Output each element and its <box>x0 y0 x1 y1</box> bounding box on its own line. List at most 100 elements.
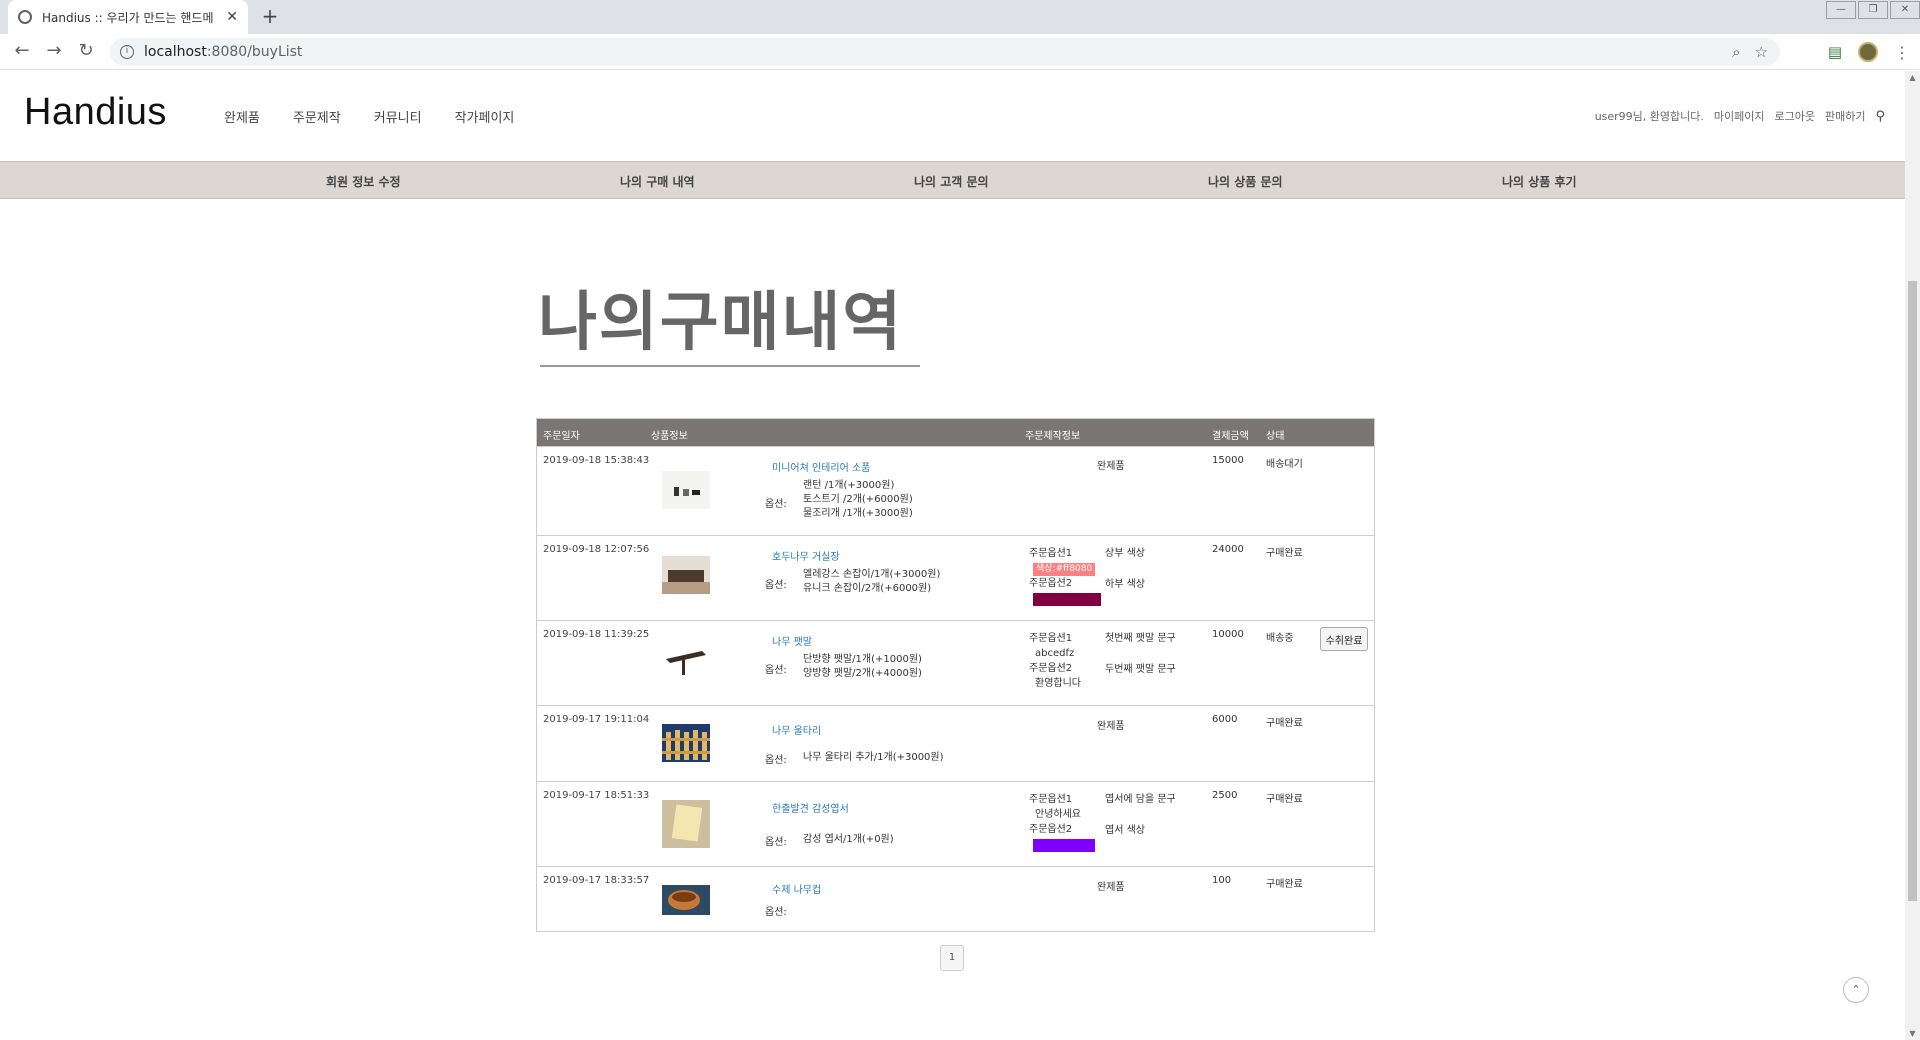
finished-goods-label: 완제품 <box>1097 721 1125 732</box>
custom-question: 엽서에 담을 문구 <box>1105 794 1176 805</box>
col-header-amount: 결제금액 <box>1212 431 1249 442</box>
scroll-down-arrow-icon[interactable]: ▼ <box>1905 1029 1920 1038</box>
custom-option-value: abcedfz <box>1035 648 1075 659</box>
subnav-item-product-inquiry[interactable]: 나의 상품 문의 <box>1208 173 1283 190</box>
restore-button[interactable]: ❐ <box>1858 1 1888 19</box>
info-icon[interactable]: i <box>120 45 134 59</box>
minimize-button[interactable]: — <box>1826 1 1856 19</box>
close-window-button[interactable]: ✕ <box>1890 1 1920 19</box>
product-name-link[interactable]: 나무 울타리 <box>772 722 821 737</box>
product-thumbnail[interactable] <box>662 885 710 915</box>
custom-option-label: 주문옵션2 <box>1029 663 1073 674</box>
order-price: 2500 <box>1212 790 1238 801</box>
bookmark-star-icon[interactable]: ☆ <box>1755 43 1768 61</box>
option-label: 옵션: <box>765 755 787 766</box>
forward-arrow-icon[interactable]: → <box>42 40 66 61</box>
product-name-link[interactable]: 수제 나무컵 <box>772 881 821 896</box>
search-icon[interactable]: ⚲ <box>1875 109 1885 124</box>
page-scrollbar[interactable]: ▲ ▼ <box>1905 71 1920 1040</box>
url-path: :8080/buyList <box>206 44 303 60</box>
product-name-link[interactable]: 호두나무 거실장 <box>772 548 840 563</box>
page-viewport: Handius 완제품 주문제작 커뮤니티 작가페이지 user99님, 환영합… <box>0 71 1905 1040</box>
reload-icon[interactable]: ↻ <box>74 40 98 61</box>
browser-tab[interactable]: Handius :: 우리가 만드는 핸드메 ✕ <box>8 0 248 34</box>
subnav-item-customer-inquiry[interactable]: 나의 고객 문의 <box>914 173 989 190</box>
table-row: 2019-09-17 19:11:04 나무 울타리 옵션: 나무 울타리 추가… <box>537 705 1374 781</box>
main-nav: 완제품 주문제작 커뮤니티 작가페이지 <box>224 107 514 126</box>
order-price: 6000 <box>1212 714 1238 725</box>
option-item: 랜턴 /1개(+3000원) <box>803 480 895 491</box>
profile-avatar[interactable] <box>1858 42 1878 62</box>
subnav-item-purchases[interactable]: 나의 구매 내역 <box>620 173 695 190</box>
custom-question-list: 엽서에 담을 문구 엽서 색상 <box>1105 792 1176 838</box>
tab-close-icon[interactable]: ✕ <box>226 9 238 25</box>
url-text[interactable]: localhost:8080/buyList <box>144 44 302 60</box>
option-label: 옵션: <box>765 499 787 510</box>
subnav-item-edit-info[interactable]: 회원 정보 수정 <box>326 173 401 190</box>
nav-item-custom-order[interactable]: 주문제작 <box>293 107 341 126</box>
back-arrow-icon[interactable]: ← <box>10 40 34 61</box>
nav-item-finished[interactable]: 완제품 <box>224 107 260 126</box>
order-status: 구매완료 <box>1266 879 1303 890</box>
product-thumbnail[interactable] <box>662 724 710 762</box>
custom-option-label: 주문옵션2 <box>1029 824 1073 835</box>
order-date: 2019-09-18 15:38:43 <box>543 455 650 466</box>
kebab-menu-icon[interactable]: ⋮ <box>1894 43 1910 62</box>
nav-item-artist-page[interactable]: 작가페이지 <box>455 107 515 126</box>
address-bar[interactable]: i localhost:8080/buyList ⌕ ☆ <box>110 38 1780 66</box>
site-logo[interactable]: Handius <box>24 91 167 134</box>
browser-tabstrip: Handius :: 우리가 만드는 핸드메 ✕ + — ❐ ✕ <box>0 0 1920 34</box>
zoom-icon[interactable]: ⌕ <box>1732 43 1740 61</box>
page-title: 나의구매내역 <box>538 286 904 360</box>
table-row: 2019-09-18 15:38:43 미니어쳐 인테리어 소품 옵션: 랜턴 … <box>537 446 1374 535</box>
custom-question-list: 첫번째 팻말 문구 두번째 팻말 문구 <box>1105 631 1176 677</box>
option-item: 물조리개 /1개(+3000원) <box>803 508 913 519</box>
custom-question: 첫번째 팻말 문구 <box>1105 633 1176 644</box>
custom-option-label: 주문옵션1 <box>1029 633 1073 644</box>
order-price: 15000 <box>1212 455 1244 466</box>
nav-item-community[interactable]: 커뮤니티 <box>374 107 422 126</box>
color-swatch: 색상:#8000ff <box>1033 839 1096 852</box>
product-thumbnail[interactable] <box>662 471 710 509</box>
user-utility-nav: user99님, 환영합니다. 마이페이지 로그아웃 판매하기 ⚲ <box>1595 108 1885 124</box>
product-name-link[interactable]: 미니어쳐 인테리어 소품 <box>772 459 870 474</box>
extension-icon[interactable]: ▤ <box>1828 43 1842 61</box>
product-name-link[interactable]: 한출발견 감성엽서 <box>772 800 849 815</box>
scroll-up-arrow-icon[interactable]: ▲ <box>1905 73 1920 82</box>
option-item: 나무 울타리 추가/1개(+3000원) <box>803 752 944 763</box>
chevron-up-icon[interactable]: ⌃ <box>1843 977 1869 1003</box>
product-thumbnail[interactable] <box>662 800 710 848</box>
custom-option-list: 주문옵션1 색상:#ff8080 주문옵션2 색상:#800040 <box>1029 546 1101 606</box>
logout-link[interactable]: 로그아웃 <box>1775 108 1815 124</box>
table-header: 주문일자 상품정보 주문제작정보 결제금액 상태 <box>537 419 1374 446</box>
finished-goods-label: 완제품 <box>1097 882 1125 893</box>
product-thumbnail[interactable] <box>662 641 710 679</box>
confirm-receipt-button[interactable]: 수취완료 <box>1320 627 1368 651</box>
product-thumbnail[interactable] <box>662 556 710 594</box>
page-number-button[interactable]: 1 <box>940 945 964 971</box>
order-price: 100 <box>1212 875 1232 886</box>
custom-option-label: 주문옵션1 <box>1029 548 1073 559</box>
option-list: 단방향 팻말/1개(+1000원) 양방향 팻말/2개(+4000원) <box>803 653 922 681</box>
col-header-status: 상태 <box>1266 431 1285 442</box>
option-list: 나무 울타리 추가/1개(+3000원) <box>803 751 944 765</box>
order-price: 24000 <box>1212 544 1244 555</box>
mypage-link[interactable]: 마이페이지 <box>1714 108 1765 124</box>
col-header-product: 상품정보 <box>651 431 688 442</box>
order-status: 구매완료 <box>1266 794 1303 805</box>
sell-link[interactable]: 판매하기 <box>1825 108 1865 124</box>
option-label: 옵션: <box>765 837 787 848</box>
order-status: 구매완료 <box>1266 718 1303 729</box>
custom-option-value: 환영합니다 <box>1035 678 1081 689</box>
product-name-link[interactable]: 나무 팻말 <box>772 633 812 648</box>
option-item: 토스트기 /2개(+6000원) <box>803 494 913 505</box>
custom-question-list: 상부 색상 하부 색상 <box>1105 546 1145 592</box>
scrollbar-thumb[interactable] <box>1908 281 1917 901</box>
table-row: 2019-09-18 12:07:56 호두나무 거실장 옵션: 엘레강스 손잡… <box>537 535 1374 620</box>
subnav-item-product-reviews[interactable]: 나의 상품 후기 <box>1502 173 1577 190</box>
window-controls: — ❐ ✕ <box>1824 0 1920 19</box>
new-tab-button[interactable]: + <box>258 5 282 29</box>
custom-question: 두번째 팻말 문구 <box>1105 664 1176 675</box>
finished-goods-label: 완제품 <box>1097 461 1125 472</box>
welcome-text: user99님, 환영합니다. <box>1594 110 1704 123</box>
